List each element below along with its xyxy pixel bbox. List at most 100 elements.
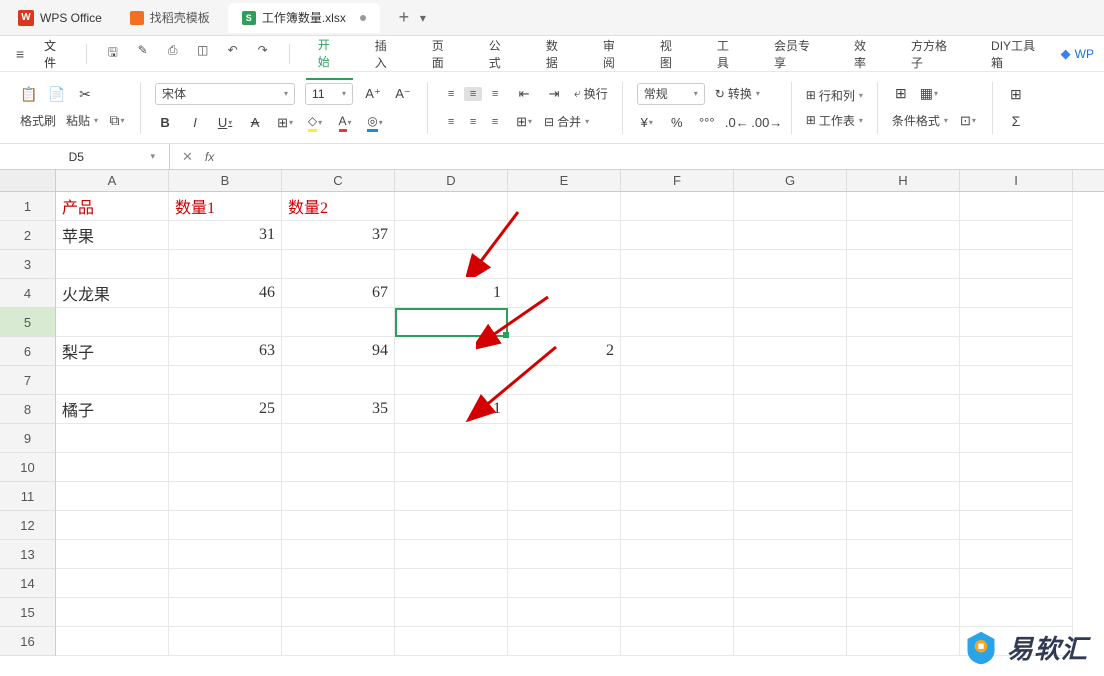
wrap-text-button[interactable]: ⤶ 换行: [574, 85, 608, 102]
cell-B13[interactable]: [169, 540, 282, 569]
cell-F8[interactable]: [621, 395, 734, 424]
cell-D6[interactable]: [395, 337, 508, 366]
cell-C2[interactable]: 37: [282, 221, 395, 250]
align-top-right-icon[interactable]: ≡: [486, 87, 504, 101]
currency-icon[interactable]: ¥▾: [637, 113, 657, 133]
tab-templates[interactable]: 找稻壳模板: [116, 3, 224, 33]
cell-H13[interactable]: [847, 540, 960, 569]
menu-tab-member[interactable]: 会员专享: [762, 29, 832, 79]
select-all-corner[interactable]: [0, 170, 56, 191]
align-top-left-icon[interactable]: ≡: [442, 87, 460, 101]
indent-increase-icon[interactable]: ⇥: [544, 84, 564, 104]
cell-I7[interactable]: [960, 366, 1073, 395]
cell-A14[interactable]: [56, 569, 169, 598]
underline-button[interactable]: U▾: [215, 113, 235, 133]
col-header-G[interactable]: G: [734, 170, 847, 191]
cell-G12[interactable]: [734, 511, 847, 540]
cell-D16[interactable]: [395, 627, 508, 656]
increase-decimal-icon[interactable]: .00→: [757, 113, 777, 133]
cell-G14[interactable]: [734, 569, 847, 598]
cell-D3[interactable]: [395, 250, 508, 279]
percent-icon[interactable]: %: [667, 113, 687, 133]
menu-tab-insert[interactable]: 插入: [363, 29, 410, 79]
increase-font-icon[interactable]: A⁺: [363, 84, 383, 104]
cell-C7[interactable]: [282, 366, 395, 395]
cell-D8[interactable]: 1: [395, 395, 508, 424]
cell-D2[interactable]: [395, 221, 508, 250]
cell-F4[interactable]: [621, 279, 734, 308]
wp-brand[interactable]: ◆ WP: [1061, 46, 1094, 62]
cell-G11[interactable]: [734, 482, 847, 511]
rows-cols-button[interactable]: ⊞ 行和列▾: [806, 87, 863, 104]
cell-F5[interactable]: [621, 308, 734, 337]
cell-B7[interactable]: [169, 366, 282, 395]
cell-E11[interactable]: [508, 482, 621, 511]
cell-C3[interactable]: [282, 250, 395, 279]
cell-I2[interactable]: [960, 221, 1073, 250]
menu-tab-view[interactable]: 视图: [648, 29, 695, 79]
menu-tab-formula[interactable]: 公式: [477, 29, 524, 79]
cell-styles-icon[interactable]: ⊞: [892, 85, 910, 103]
chevron-down-icon[interactable]: ▾: [144, 151, 161, 162]
cell-E5[interactable]: [508, 308, 621, 337]
cell-G5[interactable]: [734, 308, 847, 337]
row-header-6[interactable]: 6: [0, 337, 56, 366]
align-right-icon[interactable]: ≡: [486, 115, 504, 129]
cell-G6[interactable]: [734, 337, 847, 366]
cell-B2[interactable]: 31: [169, 221, 282, 250]
cell-G8[interactable]: [734, 395, 847, 424]
cell-H2[interactable]: [847, 221, 960, 250]
cell-A6[interactable]: 梨子: [56, 337, 169, 366]
cell-G10[interactable]: [734, 453, 847, 482]
save-icon[interactable]: 🖫: [105, 43, 121, 64]
cell-E14[interactable]: [508, 569, 621, 598]
cell-B10[interactable]: [169, 453, 282, 482]
cell-E10[interactable]: [508, 453, 621, 482]
cell-E15[interactable]: [508, 598, 621, 627]
tab-menu-button[interactable]: ▾: [420, 11, 426, 25]
cell-D12[interactable]: [395, 511, 508, 540]
cell-F2[interactable]: [621, 221, 734, 250]
freeze-icon[interactable]: ⊞: [1007, 86, 1025, 104]
menu-tab-review[interactable]: 审阅: [591, 29, 638, 79]
align-center-icon[interactable]: ≡: [464, 115, 482, 129]
cell-F1[interactable]: [621, 192, 734, 221]
cell-E13[interactable]: [508, 540, 621, 569]
cell-E3[interactable]: [508, 250, 621, 279]
cell-C12[interactable]: [282, 511, 395, 540]
font-color-button[interactable]: A▾: [335, 113, 355, 133]
cell-E12[interactable]: [508, 511, 621, 540]
cell-G2[interactable]: [734, 221, 847, 250]
align-left-icon[interactable]: ≡: [442, 115, 460, 129]
cell-C11[interactable]: [282, 482, 395, 511]
cell-I4[interactable]: [960, 279, 1073, 308]
cell-I6[interactable]: [960, 337, 1073, 366]
styles-icon[interactable]: ⊡▾: [958, 111, 978, 131]
cell-A12[interactable]: [56, 511, 169, 540]
cell-C9[interactable]: [282, 424, 395, 453]
format-painter-label[interactable]: 格式刷: [20, 112, 56, 129]
cell-E8[interactable]: [508, 395, 621, 424]
cell-E6[interactable]: 2: [508, 337, 621, 366]
cell-D14[interactable]: [395, 569, 508, 598]
cell-B4[interactable]: 46: [169, 279, 282, 308]
cell-E4[interactable]: [508, 279, 621, 308]
format-painter-icon[interactable]: 📋: [20, 86, 38, 104]
cell-B9[interactable]: [169, 424, 282, 453]
cell-F11[interactable]: [621, 482, 734, 511]
number-format-select[interactable]: 常规▾: [637, 83, 705, 105]
cell-G7[interactable]: [734, 366, 847, 395]
cell-A16[interactable]: [56, 627, 169, 656]
cell-C14[interactable]: [282, 569, 395, 598]
col-header-B[interactable]: B: [169, 170, 282, 191]
cell-A11[interactable]: [56, 482, 169, 511]
cell-F3[interactable]: [621, 250, 734, 279]
cell-H11[interactable]: [847, 482, 960, 511]
row-header-12[interactable]: 12: [0, 511, 56, 540]
cell-G3[interactable]: [734, 250, 847, 279]
cell-F13[interactable]: [621, 540, 734, 569]
cell-A3[interactable]: [56, 250, 169, 279]
cell-A4[interactable]: 火龙果: [56, 279, 169, 308]
cell-H8[interactable]: [847, 395, 960, 424]
cell-B5[interactable]: [169, 308, 282, 337]
